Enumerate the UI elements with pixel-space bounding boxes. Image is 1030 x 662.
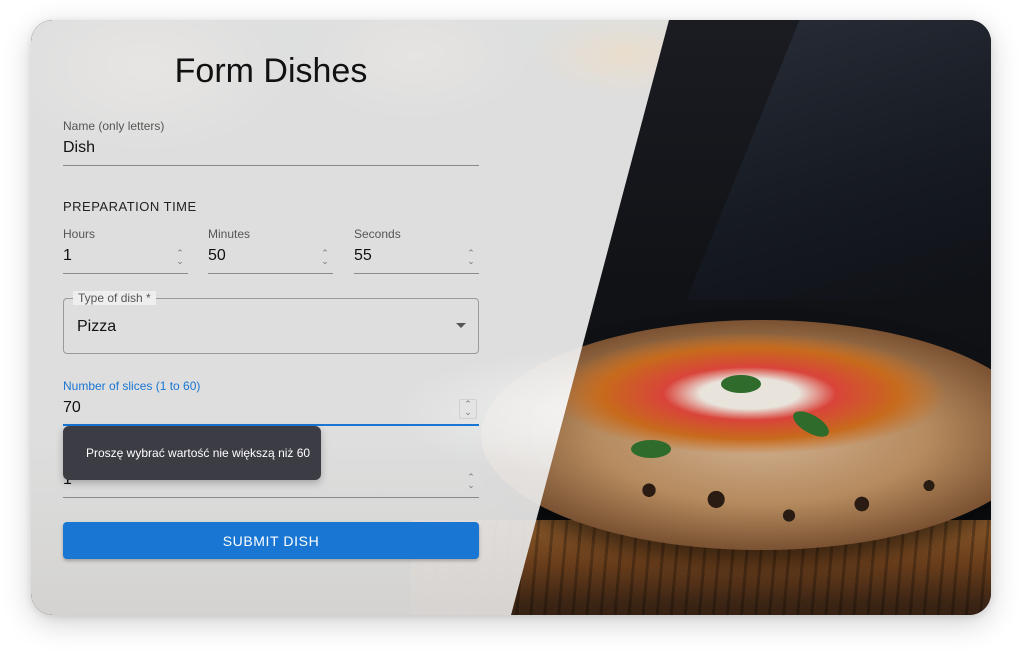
basil-leaf (631, 440, 671, 458)
hours-input[interactable]: 1 (63, 247, 72, 265)
minutes-field[interactable]: Minutes 50 ⌃ ⌄ (208, 227, 333, 274)
diameter-spinner-icon[interactable]: ⌃ ⌄ (465, 473, 477, 491)
slices-label: Number of slices (1 to 60) (63, 379, 201, 393)
type-of-dish-value: Pizza (77, 318, 117, 335)
seconds-spinner-icon[interactable]: ⌃ ⌄ (465, 249, 477, 267)
validation-message: Proszę wybrać wartość nie większą niż 60 (86, 446, 311, 460)
slices-input[interactable]: 70 (63, 399, 81, 417)
name-field[interactable]: Name (only letters) Dish (63, 119, 479, 166)
hours-underline (63, 273, 188, 274)
validation-tooltip: Proszę wybrać wartość nie większą niż 60 (63, 426, 321, 480)
caret-down-icon[interactable] (456, 323, 466, 328)
hours-field[interactable]: Hours 1 ⌃ ⌄ (63, 227, 188, 274)
minutes-underline (208, 273, 333, 274)
name-label: Name (only letters) (63, 119, 165, 133)
form-title: Form Dishes (174, 52, 368, 90)
diameter-underline (63, 497, 479, 498)
seconds-field[interactable]: Seconds 55 ⌃ ⌄ (354, 227, 479, 274)
name-underline (63, 165, 479, 166)
slices-field[interactable]: Number of slices (1 to 60) 70 ⌃ ⌄ (63, 379, 479, 426)
basil-leaf (721, 375, 761, 393)
hours-spinner-icon[interactable]: ⌃ ⌄ (174, 249, 186, 267)
seconds-underline (354, 273, 479, 274)
type-of-dish-select[interactable]: Type of dish * Pizza (63, 291, 479, 354)
oven-background (686, 20, 991, 300)
type-of-dish-label: Type of dish * (73, 291, 156, 305)
minutes-label: Minutes (208, 227, 251, 241)
seconds-label: Seconds (354, 227, 401, 241)
slices-spinner-icon[interactable]: ⌃ ⌄ (459, 399, 477, 419)
minutes-spinner-icon[interactable]: ⌃ ⌄ (319, 249, 331, 267)
hours-label: Hours (63, 227, 96, 241)
name-input[interactable]: Dish (63, 139, 95, 157)
dish-form-card: Form Dishes Name (only letters) Dish PRE… (31, 20, 991, 615)
seconds-input[interactable]: 55 (354, 247, 372, 265)
preparation-time-heading: PREPARATION TIME (63, 199, 197, 214)
minutes-input[interactable]: 50 (208, 247, 226, 265)
submit-dish-button[interactable]: SUBMIT DISH (63, 522, 479, 559)
